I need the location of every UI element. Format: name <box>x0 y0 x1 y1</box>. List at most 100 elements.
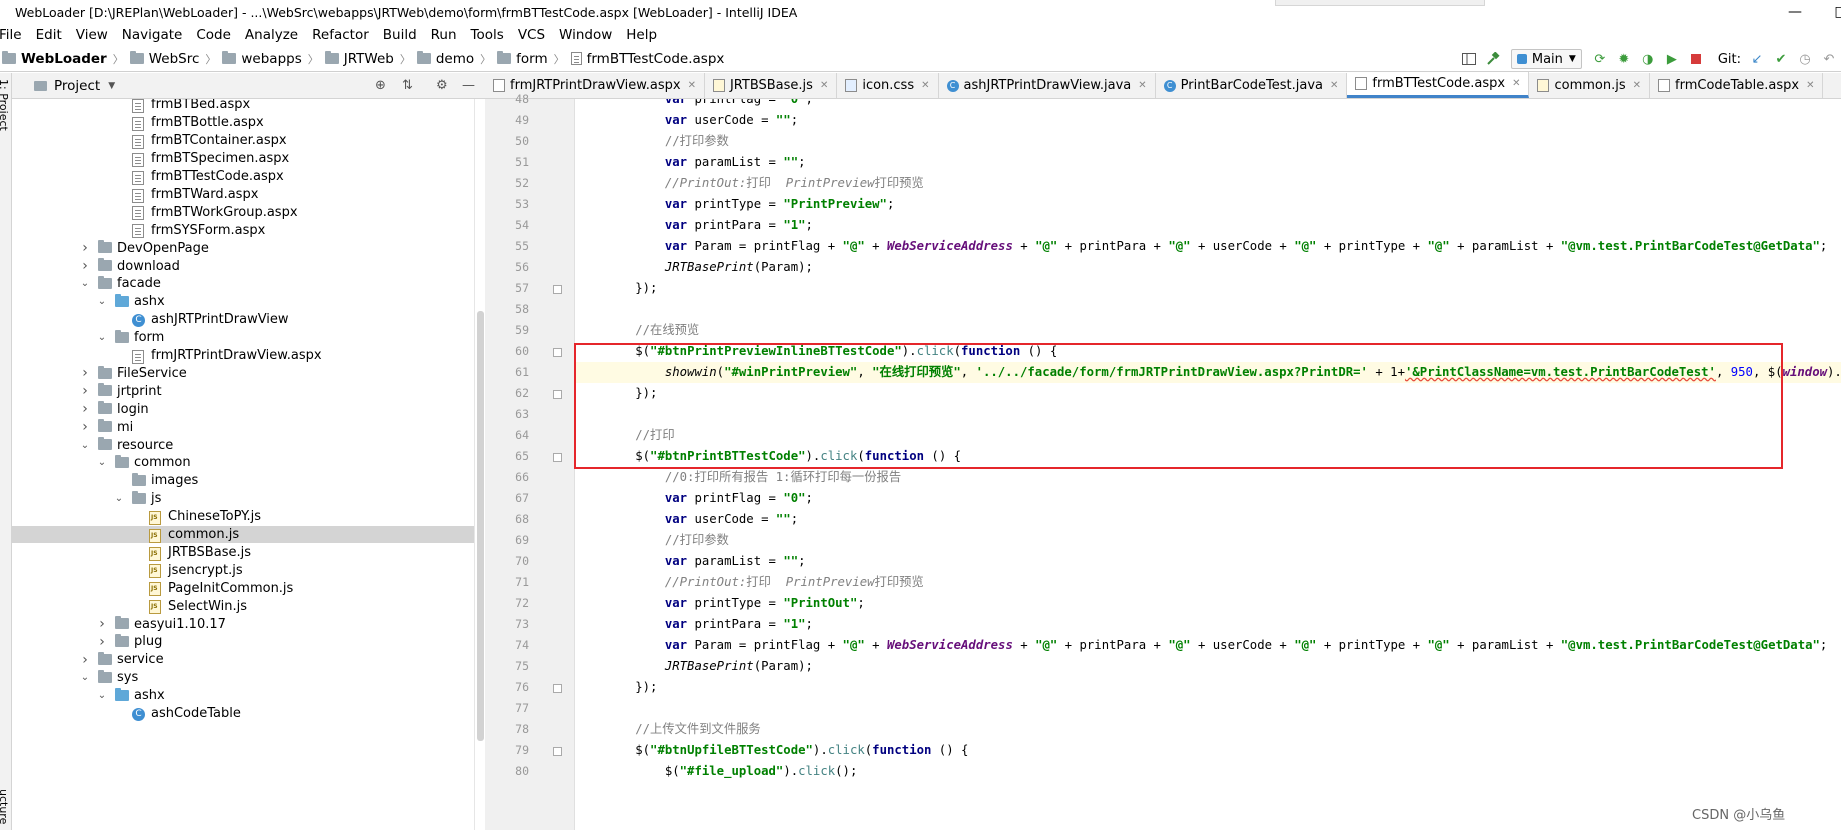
tree-item[interactable]: frmBTContainer.aspx <box>12 132 474 150</box>
close-tab-icon[interactable]: ✕ <box>1330 80 1338 91</box>
breadcrumb-item[interactable]: WebSrc <box>129 51 199 67</box>
menu-code[interactable]: Code <box>189 27 238 43</box>
editor-tab[interactable]: JRTBSBase.js ✕ <box>705 73 838 98</box>
close-tab-icon[interactable]: ✕ <box>921 80 929 91</box>
chevron-down-icon[interactable]: ⌄ <box>114 493 124 504</box>
menu-analyze[interactable]: Analyze <box>238 27 305 43</box>
menu-run[interactable]: Run <box>424 27 464 43</box>
git-commit-icon[interactable]: ✔ <box>1770 48 1792 70</box>
stop-icon[interactable] <box>1685 48 1707 70</box>
tree-item[interactable]: › download <box>12 257 474 275</box>
structure-tool-tab[interactable]: ucture <box>0 789 10 824</box>
coverage-icon[interactable]: ◑ <box>1637 48 1659 70</box>
close-tab-icon[interactable]: ✕ <box>688 80 696 91</box>
fold-marker-icon[interactable] <box>553 684 562 693</box>
tree-item[interactable]: ⌄ js <box>12 490 474 508</box>
run-configuration-select[interactable]: Main ▼ <box>1510 49 1582 69</box>
editor-tab[interactable]: icon.css ✕ <box>837 73 939 98</box>
chevron-right-icon[interactable]: › <box>97 634 107 650</box>
fold-marker-icon[interactable] <box>553 348 562 357</box>
close-tab-icon[interactable]: ✕ <box>1806 80 1814 91</box>
chevron-down-icon[interactable]: ⌄ <box>97 457 107 468</box>
tree-item[interactable]: ⌄ ashx <box>12 687 474 705</box>
locate-icon[interactable]: ⊕ <box>375 78 386 93</box>
chevron-down-icon[interactable]: ⌄ <box>97 332 107 343</box>
breadcrumb-item[interactable]: JRTWeb <box>324 51 394 67</box>
menu-navigate[interactable]: Navigate <box>115 27 190 43</box>
breadcrumb-item[interactable]: demo <box>416 51 474 67</box>
chevron-down-icon[interactable]: ⌄ <box>80 672 90 683</box>
gear-icon[interactable]: ⚙ <box>436 78 448 93</box>
tree-item[interactable]: ⌄ ashx <box>12 293 474 311</box>
close-tab-icon[interactable]: ✕ <box>1512 78 1520 89</box>
tree-item[interactable]: ⌄ facade <box>12 275 474 293</box>
chevron-right-icon[interactable]: › <box>80 419 90 435</box>
menu-refactor[interactable]: Refactor <box>305 27 376 43</box>
fold-marker-icon[interactable] <box>553 453 562 462</box>
menu-window[interactable]: Window <box>552 27 619 43</box>
tree-item[interactable]: ChineseToPY.js <box>12 508 474 526</box>
tree-item[interactable]: frmJRTPrintDrawView.aspx <box>12 347 474 365</box>
editor-tab[interactable]: frmCodeTable.aspx ✕ <box>1650 73 1824 98</box>
breadcrumb-item[interactable]: form <box>497 51 548 67</box>
chevron-right-icon[interactable]: › <box>97 616 107 632</box>
editor-tab[interactable]: frmBTTestCode.aspx ✕ <box>1347 72 1530 98</box>
tree-item[interactable]: ⌄ resource <box>12 436 474 454</box>
fold-marker-icon[interactable] <box>553 285 562 294</box>
tree-item[interactable]: JRTBSBase.js <box>12 544 474 562</box>
tree-item[interactable]: frmSYSForm.aspx <box>12 221 474 239</box>
chevron-right-icon[interactable]: › <box>80 365 90 381</box>
tree-item[interactable]: ⌄ form <box>12 329 474 347</box>
menu-help[interactable]: Help <box>619 27 664 43</box>
menu-edit[interactable]: Edit <box>29 27 69 43</box>
code-editor[interactable]: var printFlag = "0"; var userCode = ""; … <box>576 99 1841 830</box>
chevron-right-icon[interactable]: › <box>80 401 90 417</box>
tree-item[interactable]: common.js <box>12 525 474 544</box>
tree-item[interactable]: frmBTWard.aspx <box>12 186 474 204</box>
tree-item[interactable]: CashCodeTable <box>12 705 474 723</box>
close-tab-icon[interactable]: ✕ <box>1138 80 1146 91</box>
scrollbar-thumb[interactable] <box>477 311 484 741</box>
tree-item[interactable]: › login <box>12 400 474 418</box>
rerun-icon[interactable]: ⟳ <box>1589 48 1611 70</box>
tree-item[interactable]: images <box>12 472 474 490</box>
restore-button[interactable]: □ <box>1818 0 1841 24</box>
close-tab-icon[interactable]: ✕ <box>820 80 828 91</box>
tree-item[interactable]: frmBTSpecimen.aspx <box>12 150 474 168</box>
editor-tab[interactable]: CashJRTPrintDrawView.java ✕ <box>939 73 1156 98</box>
editor-tab[interactable]: common.js ✕ <box>1529 73 1651 98</box>
profile-icon[interactable]: ▶ <box>1661 48 1683 70</box>
tree-item[interactable]: ⌄ sys <box>12 669 474 687</box>
hide-panel-icon[interactable]: — <box>462 78 475 93</box>
chevron-right-icon[interactable]: › <box>80 240 90 256</box>
tree-item[interactable]: › DevOpenPage <box>12 239 474 257</box>
tree-item[interactable]: SelectWin.js <box>12 597 474 615</box>
tree-item[interactable]: › plug <box>12 633 474 651</box>
tree-item[interactable]: › jrtprint <box>12 382 474 400</box>
chevron-down-icon[interactable]: ⌄ <box>97 690 107 701</box>
menu-tools[interactable]: Tools <box>464 27 511 43</box>
close-tab-icon[interactable]: ✕ <box>1633 80 1641 91</box>
chevron-right-icon[interactable]: › <box>80 258 90 274</box>
tree-item[interactable]: frmBTWorkGroup.aspx <box>12 203 474 221</box>
chevron-right-icon[interactable]: › <box>80 652 90 668</box>
tree-item[interactable]: PageInitCommon.js <box>12 579 474 597</box>
tree-item[interactable]: ⌄ common <box>12 454 474 472</box>
menu-view[interactable]: View <box>69 27 115 43</box>
project-tool-tab[interactable]: 1: Project <box>0 79 10 131</box>
tree-item[interactable]: frmBTBed.aspx <box>12 99 474 114</box>
minimize-button[interactable]: — <box>1772 0 1818 24</box>
tree-item[interactable]: jsencrypt.js <box>12 561 474 579</box>
tree-item[interactable]: › FileService <box>12 365 474 383</box>
chevron-down-icon[interactable]: ⌄ <box>80 440 90 451</box>
tree-item[interactable]: › mi <box>12 418 474 436</box>
git-rollback-icon[interactable]: ↶ <box>1818 48 1840 70</box>
breadcrumb-item[interactable]: frmBTTestCode.aspx <box>570 51 724 67</box>
debug-bug-icon[interactable]: ✹ <box>1613 48 1635 70</box>
fold-marker-icon[interactable] <box>553 390 562 399</box>
git-update-icon[interactable]: ↙ <box>1746 48 1768 70</box>
project-tree-scrollbar[interactable] <box>474 99 485 830</box>
project-view-selector[interactable]: Project ▼ <box>34 78 115 94</box>
editor-tab[interactable]: C PrintBarCodeTest.java ✕ <box>1156 73 1348 98</box>
layout-icon[interactable] <box>1458 48 1480 70</box>
